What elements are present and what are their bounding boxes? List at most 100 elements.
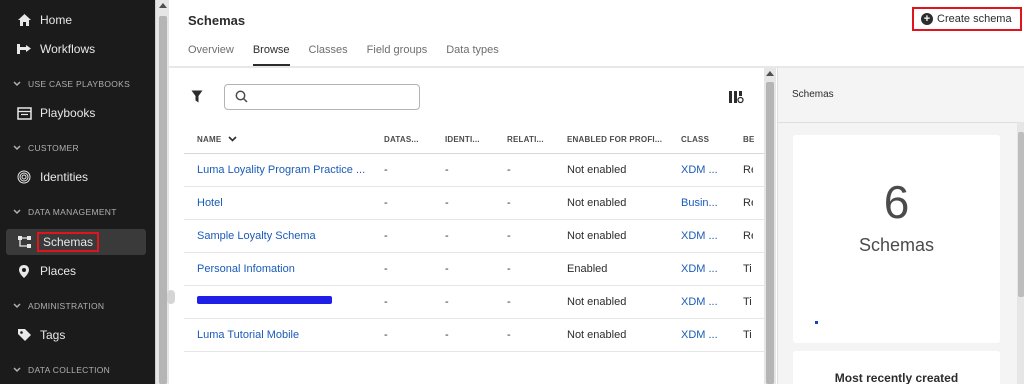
panel-scrollbar[interactable]	[1017, 122, 1024, 384]
add-circle-icon: +	[921, 13, 933, 25]
tab-field-groups[interactable]: Field groups	[367, 44, 428, 66]
chevron-down-icon	[10, 81, 24, 87]
cell-identities: -	[445, 197, 449, 209]
scrollbar-thumb[interactable]	[1018, 132, 1024, 297]
schema-name-link[interactable]: Luma Tutorial Mobile	[197, 329, 367, 341]
tab-browse[interactable]: Browse	[252, 44, 290, 66]
sidebar-scrollbar[interactable]	[155, 0, 169, 384]
panel-title: Schemas	[792, 89, 834, 100]
section-label: DATA MANAGEMENT	[28, 207, 117, 217]
scroll-up-arrow-icon[interactable]	[159, 3, 167, 8]
column-settings-icon[interactable]	[728, 90, 744, 109]
section-customer[interactable]: CUSTOMER	[0, 138, 148, 158]
schema-name-link[interactable]: Sample Loyalty Schema	[197, 230, 367, 242]
redacted-schema-name[interactable]	[197, 296, 332, 304]
cell-profile-status: Not enabled	[567, 197, 627, 209]
column-header-label: NAME	[197, 135, 222, 144]
column-header-name[interactable]: NAME	[197, 135, 237, 144]
nav-places[interactable]: Places	[0, 258, 148, 284]
cell-datasets: -	[384, 329, 388, 341]
search-field[interactable]	[224, 84, 420, 110]
tab-overview[interactable]: Overview	[188, 44, 234, 66]
create-schema-label: Create schema	[937, 13, 1012, 25]
column-header-identities[interactable]: IDENTI...	[445, 135, 495, 144]
recent-card: Most recently created	[793, 351, 1000, 384]
section-label: CUSTOMER	[28, 143, 79, 153]
nav-workflows[interactable]: Workflows	[0, 36, 148, 62]
section-administration[interactable]: ADMINISTRATION	[0, 296, 148, 316]
left-nav: Home Workflows USE CASE PLAYBOOKS Playbo…	[0, 0, 155, 384]
schema-name-link[interactable]: Luma Loyality Program Practice ...	[197, 164, 367, 176]
schema-name-link[interactable]: Hotel	[197, 197, 367, 209]
cell-behavior: Ti	[743, 329, 752, 341]
nav-home-label: Home	[40, 13, 73, 27]
nav-identities[interactable]: Identities	[0, 164, 148, 190]
filter-icon[interactable]	[191, 90, 203, 108]
cell-profile-status: Not enabled	[567, 164, 627, 176]
cell-behavior: Ti	[743, 263, 752, 275]
sort-chevron-down-icon[interactable]	[228, 136, 237, 142]
cell-profile-status: Not enabled	[567, 329, 627, 341]
schema-icon	[16, 234, 32, 250]
section-data-management[interactable]: DATA MANAGEMENT	[0, 202, 148, 222]
nav-playbooks[interactable]: Playbooks	[0, 100, 148, 126]
cell-datasets: -	[384, 230, 388, 242]
chevron-down-icon	[10, 367, 24, 373]
create-schema-button[interactable]: + Create schema	[912, 7, 1022, 31]
cell-behavior: Ti	[743, 296, 752, 308]
cell-relationships: -	[507, 230, 511, 242]
table-scrollbar[interactable]	[764, 68, 776, 384]
column-header-datasets[interactable]: DATAS...	[384, 135, 434, 144]
cell-class-link[interactable]: XDM ...	[681, 164, 726, 176]
cell-identities: -	[445, 329, 449, 341]
section-data-collection[interactable]: DATA COLLECTION	[0, 360, 148, 380]
cell-identities: -	[445, 263, 449, 275]
table-header: NAME DATAS... IDENTI... RELATI... ENABLE…	[184, 128, 768, 154]
chart-dot	[815, 321, 818, 324]
cell-datasets: -	[384, 197, 388, 209]
cell-behavior: Re	[743, 164, 753, 176]
search-input[interactable]	[253, 88, 413, 106]
table-row[interactable]: - - - Not enabled XDM ... Ti	[184, 286, 768, 319]
column-header-profile[interactable]: ENABLED FOR PROFI...	[567, 135, 667, 144]
section-label: DATA COLLECTION	[28, 365, 111, 375]
cell-identities: -	[445, 230, 449, 242]
schemas-summary-panel: Schemas 6 Schemas Most recently created	[777, 68, 1024, 384]
cell-relationships: -	[507, 197, 511, 209]
scrollbar-thumb[interactable]	[159, 16, 167, 384]
nav-tags[interactable]: Tags	[0, 322, 148, 348]
nav-schemas[interactable]: Schemas	[6, 229, 146, 255]
playbook-icon	[16, 105, 32, 121]
cell-class-link[interactable]: XDM ...	[681, 329, 726, 341]
cell-class-link[interactable]: Busin...	[681, 197, 726, 209]
scroll-up-arrow-icon[interactable]	[766, 71, 774, 76]
cell-relationships: -	[507, 329, 511, 341]
tab-data-types[interactable]: Data types	[446, 44, 499, 66]
tab-classes[interactable]: Classes	[309, 44, 348, 66]
cell-class-link[interactable]: XDM ...	[681, 230, 726, 242]
cell-profile-status: Not enabled	[567, 296, 627, 308]
cell-behavior: Re	[743, 230, 753, 242]
column-header-relationships[interactable]: RELATI...	[507, 135, 557, 144]
schema-count-label: Schemas	[858, 235, 935, 255]
cell-class-link[interactable]: XDM ...	[681, 296, 726, 308]
column-header-class[interactable]: CLASS	[681, 135, 726, 144]
table-row[interactable]: Personal Infomation - - - Enabled XDM ..…	[184, 253, 768, 286]
scrollbar-thumb[interactable]	[766, 82, 774, 384]
panel-divider	[778, 122, 1024, 123]
table-row[interactable]: Hotel - - - Not enabled Busin... Re	[184, 187, 768, 220]
table-row[interactable]: Sample Loyalty Schema - - - Not enabled …	[184, 220, 768, 253]
table-row[interactable]: Luma Tutorial Mobile - - - Not enabled X…	[184, 319, 768, 352]
section-label: ADMINISTRATION	[28, 301, 105, 311]
nav-home[interactable]: Home	[0, 7, 148, 33]
chevron-down-icon	[10, 145, 24, 151]
section-use-case-playbooks[interactable]: USE CASE PLAYBOOKS	[0, 74, 148, 94]
table-row[interactable]: Luma Loyality Program Practice ... - - -…	[184, 154, 768, 187]
page-title: Schemas	[188, 13, 246, 28]
schema-name-link[interactable]: Personal Infomation	[197, 263, 367, 275]
location-pin-icon	[16, 263, 32, 279]
cell-class-link[interactable]: XDM ...	[681, 263, 726, 275]
column-header-behavior[interactable]: BE	[743, 135, 763, 144]
nav-schemas-label: Schemas	[36, 232, 100, 252]
cell-identities: -	[445, 296, 449, 308]
